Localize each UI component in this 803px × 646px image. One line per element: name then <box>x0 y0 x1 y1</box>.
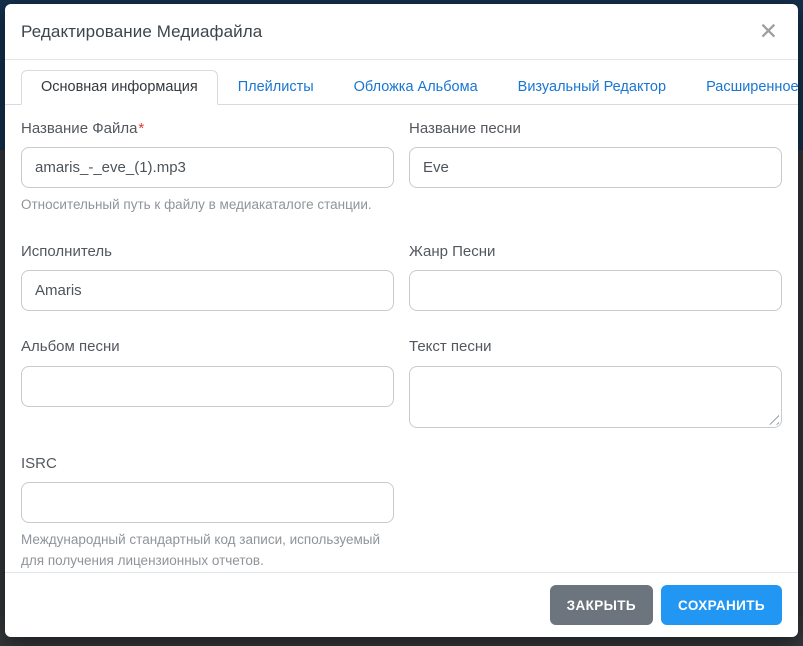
isrc-label: ISRC <box>21 454 57 472</box>
tab-visual-editor[interactable]: Визуальный Редактор <box>498 70 686 105</box>
file-name-input[interactable] <box>21 147 394 189</box>
field-group-file-name: Название Файла* Относительный путь к фай… <box>21 119 394 216</box>
genre-label: Жанр Песни <box>409 243 496 261</box>
tab-bar: Основная информация Плейлисты Обложка Ал… <box>5 60 799 105</box>
required-asterisk: * <box>138 120 145 137</box>
modal-title: Редактирование Медиафайла <box>21 21 263 41</box>
field-group-isrc: ISRC Международный стандартный код запис… <box>21 454 394 572</box>
modal-body: Название Файла* Относительный путь к фай… <box>5 105 798 572</box>
isrc-input[interactable] <box>21 481 394 523</box>
tab-basic-info[interactable]: Основная информация <box>21 70 218 105</box>
field-group-genre: Жанр Песни <box>409 242 782 312</box>
album-label: Альбом песни <box>21 338 120 356</box>
file-name-help-text: Относительный путь к файлу в медиакатало… <box>21 197 372 213</box>
field-group-artist: Исполнитель <box>21 242 394 312</box>
artist-input[interactable] <box>21 270 394 312</box>
song-title-input[interactable] <box>409 147 782 189</box>
field-group-album: Альбом песни <box>21 337 394 407</box>
artist-label: Исполнитель <box>21 243 112 261</box>
lyrics-textarea[interactable] <box>409 365 782 428</box>
modal-header: Редактирование Медиафайла ✕ <box>5 4 798 60</box>
close-icon[interactable]: ✕ <box>755 20 782 43</box>
tab-playlists[interactable]: Плейлисты <box>218 70 334 105</box>
song-title-label: Название песни <box>409 120 521 137</box>
tab-advanced[interactable]: Расширенное <box>686 70 803 105</box>
modal-footer: ЗАКРЫТЬ СОХРАНИТЬ <box>5 572 798 637</box>
file-name-label: Название Файла* <box>21 119 394 139</box>
close-button[interactable]: ЗАКРЫТЬ <box>549 585 654 625</box>
genre-input[interactable] <box>409 270 782 312</box>
album-input[interactable] <box>21 365 394 407</box>
file-name-label-text: Название Файла <box>21 120 138 137</box>
isrc-help-text: Международный стандартный код записи, ис… <box>21 531 381 568</box>
save-button[interactable]: СОХРАНИТЬ <box>661 585 782 625</box>
field-group-song-title: Название песни <box>409 119 782 189</box>
field-group-lyrics: Текст песни <box>409 337 782 428</box>
tab-album-art[interactable]: Обложка Альбома <box>334 70 498 105</box>
edit-media-modal: Редактирование Медиафайла ✕ Основная инф… <box>5 4 799 637</box>
lyrics-label: Текст песни <box>409 338 492 356</box>
